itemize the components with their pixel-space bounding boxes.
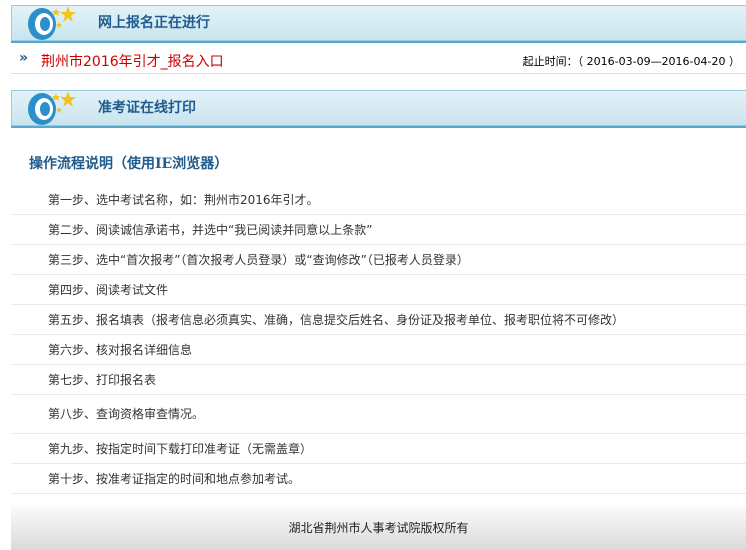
enroll-header-underline — [11, 41, 746, 43]
double-chevron-right-icon: » — [19, 50, 29, 66]
enroll-header-title: 网上报名正在进行 — [98, 15, 210, 31]
footer: 湖北省荆州市人事考试院版权所有 — [11, 506, 746, 550]
step-9: 第九步、按指定时间下载打印准考证（无需盖章） — [11, 434, 746, 464]
footer-copyright: 湖北省荆州市人事考试院版权所有 — [288, 521, 469, 535]
admission-header-title: 准考证在线打印 — [98, 100, 196, 116]
period-label: 起止时间： — [522, 55, 578, 68]
step-7: 第七步、打印报名表 — [11, 365, 746, 395]
step-3: 第三步、选中“首次报考”（首次报考人员登录）或“查询修改”（已报考人员登录） — [11, 245, 746, 275]
step-2: 第二步、阅读诚信承诺书，并选中“我已阅读并同意以上条款” — [11, 215, 746, 245]
step-6: 第六步、核对报名详细信息 — [11, 335, 746, 365]
step-1: 第一步、选中考试名称，如：荆州市2016年引才。 — [11, 185, 746, 215]
procedure-steps: 第一步、选中考试名称，如：荆州市2016年引才。 第二步、阅读诚信承诺书，并选中… — [11, 185, 746, 494]
step-8: 第八步、查询资格审查情况。 — [11, 395, 746, 434]
enroll-item-row: » 荆州市2016年引才_报名入口 起止时间：（ 2016-03-09—2016… — [11, 47, 746, 74]
procedure-title: 操作流程说明（使用IE浏览器） — [29, 156, 229, 172]
enroll-period: 起止时间：（ 2016-03-09—2016-04-20 ） — [523, 53, 740, 69]
enroll-header: 网上报名正在进行 — [11, 5, 746, 41]
admission-header: 准考证在线打印 — [11, 90, 746, 126]
period-value: （ 2016-03-09—2016-04-20 ） — [577, 55, 740, 68]
speaker-star-logo — [28, 6, 76, 40]
step-10: 第十步、按准考证指定的时间和地点参加考试。 — [11, 464, 746, 494]
speaker-star-logo — [28, 91, 76, 125]
step-5: 第五步、报名填表（报考信息必须真实、准确，信息提交后姓名、身份证及报考单位、报考… — [11, 305, 746, 335]
step-4: 第四步、阅读考试文件 — [11, 275, 746, 305]
admission-header-underline — [11, 126, 746, 128]
enroll-entry-link[interactable]: 荆州市2016年引才_报名入口 — [41, 51, 224, 71]
